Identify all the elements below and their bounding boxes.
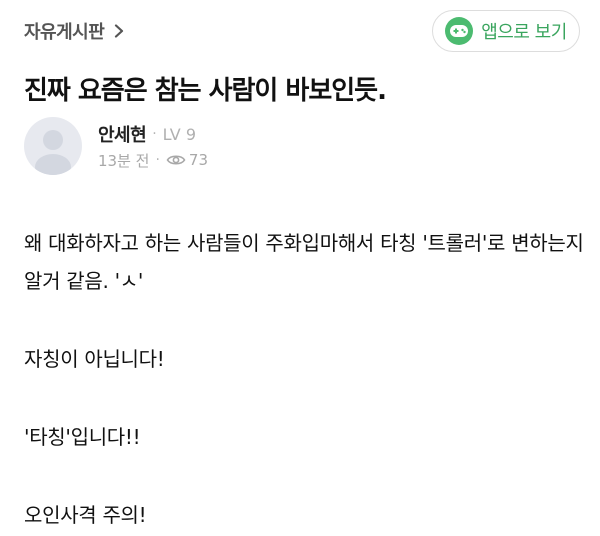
separator-dot: · [152, 126, 157, 142]
board-link[interactable]: 자유게시판 [24, 16, 126, 46]
author-meta: 안세현 · LV 9 13분 전 · 73 [98, 120, 208, 172]
post-paragraph: 자칭이 아닙니다! [24, 347, 165, 371]
default-avatar-icon [35, 130, 71, 175]
open-in-app-label: 앱으로 보기 [481, 22, 567, 43]
gamepad-icon [445, 17, 474, 45]
separator-dot: · [155, 152, 160, 168]
board-name: 자유게시판 [24, 22, 105, 43]
author-name[interactable]: 안세현 [98, 121, 147, 147]
post-paragraph: 왜 대화하자고 하는 사람들이 주화입마해서 타칭 '트롤러'로 변하는지 알거… [24, 231, 584, 293]
post-time: 13분 전 [98, 151, 150, 170]
open-in-app-button[interactable]: 앱으로 보기 [432, 10, 580, 52]
chevron-right-icon [115, 24, 124, 38]
author-info: 안세현 · LV 9 13분 전 · 73 [24, 116, 208, 176]
avatar[interactable] [24, 117, 82, 175]
post-body: 왜 대화하자고 하는 사람들이 주화입마해서 타칭 '트롤러'로 변하는지 알거… [24, 224, 584, 534]
eye-icon [166, 155, 186, 165]
view-count: 73 [188, 151, 209, 169]
top-bar: 자유게시판 앱으로 보기 [0, 0, 600, 62]
post-title: 진짜 요즘은 참는 사람이 바보인듯. [24, 76, 387, 106]
author-level: LV 9 [162, 124, 197, 144]
post-paragraph: '타칭'입니다!! [24, 425, 141, 449]
post-paragraph: 오인사격 주의! [24, 503, 147, 527]
